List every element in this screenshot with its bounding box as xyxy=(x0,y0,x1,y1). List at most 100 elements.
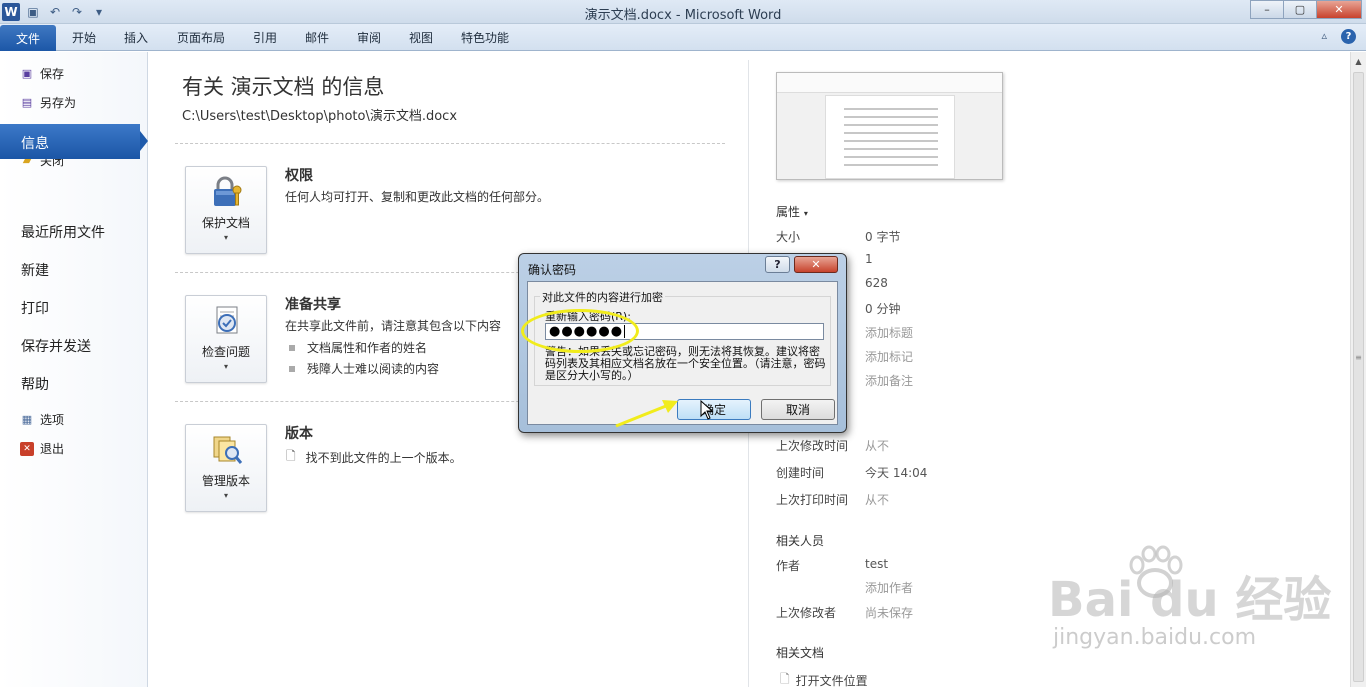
add-author-field[interactable]: 添加作者 xyxy=(865,579,913,596)
close-button[interactable]: ✕ xyxy=(1316,0,1362,19)
window-title: 演示文档.docx - Microsoft Word xyxy=(584,8,782,23)
dialog-close-button[interactable]: ✕ xyxy=(794,256,838,273)
list-item-label: 文档属性和作者的姓名 xyxy=(307,341,428,355)
last-printed-label: 上次打印时间 xyxy=(776,493,849,507)
ribbon-collapse-icon[interactable]: ▵ xyxy=(1321,29,1327,44)
thumbnail-line xyxy=(844,132,938,134)
created-label: 创建时间 xyxy=(776,466,825,480)
document-thumbnail[interactable] xyxy=(776,72,1003,180)
nav-options-label: 选项 xyxy=(40,413,65,427)
nav-print[interactable]: 打印 xyxy=(21,298,49,318)
watermark-brand: Bai du 经验 xyxy=(1048,572,1332,628)
nav-exit-label: 退出 xyxy=(40,442,65,456)
tab-mailings[interactable]: 邮件 xyxy=(305,29,329,46)
thumbnail-line xyxy=(844,140,938,142)
add-comments-field[interactable]: 添加备注 xyxy=(865,372,913,389)
protect-document-button[interactable]: 保护文档 ▾ xyxy=(185,166,267,254)
tab-file[interactable]: 文件 xyxy=(0,25,56,51)
tab-page-layout[interactable]: 页面布局 xyxy=(177,29,225,46)
properties-header-label: 属性 xyxy=(776,205,801,219)
maximize-button[interactable]: ▢ xyxy=(1283,0,1317,19)
last-modified-value: 从不 xyxy=(865,439,890,453)
thumbnail-page xyxy=(825,95,955,179)
scroll-up-icon[interactable]: ▲ xyxy=(1351,54,1366,69)
annotation-arrow-icon xyxy=(615,400,678,428)
nav-info-label[interactable]: 信息 xyxy=(21,133,49,153)
thumbnail-line xyxy=(844,156,938,158)
versions-title: 版本 xyxy=(285,426,313,442)
cancel-button[interactable]: 取消 xyxy=(761,399,835,420)
open-file-location-label: 打开文件位置 xyxy=(795,674,868,687)
grip-icon: ≡ xyxy=(1355,353,1362,362)
nav-new[interactable]: 新建 xyxy=(21,260,49,280)
sharing-text: 在共享此文件前，请注意其包含以下内容 xyxy=(285,319,502,333)
tab-special-features[interactable]: 特色功能 xyxy=(461,29,509,46)
sharing-title: 准备共享 xyxy=(285,297,341,313)
tab-view[interactable]: 视图 xyxy=(409,29,433,46)
prop-size-label: 大小 xyxy=(776,230,801,244)
folder-icon: 🗋 xyxy=(780,672,790,686)
nav-save-as[interactable]: ▤ 另存为 xyxy=(20,94,76,111)
ribbon-right-controls: ▵ ? xyxy=(1321,29,1356,44)
open-file-location-link[interactable]: 🗋 打开文件位置 xyxy=(780,670,868,687)
dialog-title: 确认密码 xyxy=(528,263,577,277)
document-icon: 🗋 xyxy=(286,449,296,463)
bullet-icon xyxy=(289,344,295,351)
exit-icon: ✕ xyxy=(20,441,34,456)
list-item-label: 残障人士难以阅读的内容 xyxy=(307,362,440,376)
page-title: 有关 演示文档 的信息 xyxy=(182,75,385,99)
chevron-down-icon: ▾ xyxy=(223,362,228,371)
title-bar: W ▣ ↶ ↷ ▾ 演示文档.docx - Microsoft Word – ▢… xyxy=(0,0,1366,24)
options-icon: ▦ xyxy=(21,413,33,426)
vertical-scrollbar[interactable]: ▲ ≡ xyxy=(1350,52,1366,687)
manage-versions-button[interactable]: 管理版本 ▾ xyxy=(185,424,267,512)
people-header: 相关人员 xyxy=(776,534,825,548)
prop-size-value: 0 字节 xyxy=(865,230,901,244)
nav-active-arrow xyxy=(140,131,148,151)
created-value: 今天 14:04 xyxy=(865,466,928,480)
author-value: test xyxy=(865,557,889,571)
watermark-site: jingyan.baidu.com xyxy=(1053,625,1257,650)
last-modified-by-label: 上次修改者 xyxy=(776,606,837,620)
file-path: C:\Users\test\Desktop\photo\演示文档.docx xyxy=(182,109,458,124)
check-issues-button[interactable]: 检查问题 ▾ xyxy=(185,295,267,383)
tab-references[interactable]: 引用 xyxy=(253,29,277,46)
ok-button[interactable]: 确定 xyxy=(677,399,751,420)
nav-save-send[interactable]: 保存并发送 xyxy=(21,336,91,356)
scroll-thumb[interactable] xyxy=(1353,72,1364,682)
list-item: 残障人士难以阅读的内容 xyxy=(289,360,439,377)
permissions-text: 任何人均可打开、复制和更改此文档的任何部分。 xyxy=(285,190,550,204)
tab-insert[interactable]: 插入 xyxy=(124,29,148,46)
prop-edit-time-value: 0 分钟 xyxy=(865,302,901,316)
tab-home[interactable]: 开始 xyxy=(72,29,96,46)
tab-review[interactable]: 审阅 xyxy=(357,29,381,46)
properties-header[interactable]: 属性 ▾ xyxy=(776,203,808,220)
nav-help[interactable]: 帮助 xyxy=(21,374,49,394)
thumbnail-line xyxy=(844,124,938,126)
highlight-ellipse xyxy=(521,309,639,353)
ribbon-tabs: 文件 开始 插入 页面布局 引用 邮件 审阅 视图 特色功能 ▵ ? xyxy=(0,24,1366,51)
divider xyxy=(175,143,725,144)
save-icon: ▣ xyxy=(21,67,33,80)
minimize-button[interactable]: – xyxy=(1250,0,1284,19)
versions-text: 找不到此文件的上一个版本。 xyxy=(305,451,462,465)
chevron-down-icon: ▾ xyxy=(223,233,228,242)
chevron-down-icon: ▾ xyxy=(223,491,228,500)
nav-exit[interactable]: ✕ 退出 xyxy=(20,440,64,457)
inspect-document-icon xyxy=(216,306,238,334)
dialog-help-button[interactable]: ? xyxy=(765,256,790,273)
nav-save[interactable]: ▣ 保存 xyxy=(20,65,64,82)
dialog-body: 对此文件的内容进行加密 重新输入密码(R): ●●●●●● 警告：如果丢失或忘记… xyxy=(527,281,838,425)
versions-icon xyxy=(213,436,243,464)
nav-recent[interactable]: 最近所用文件 xyxy=(21,222,105,242)
last-modified-by-value: 尚未保存 xyxy=(865,606,914,620)
add-tags-field[interactable]: 添加标记 xyxy=(865,348,913,365)
protect-document-label: 保护文档 xyxy=(201,216,250,230)
manage-versions-label: 管理版本 xyxy=(201,474,250,488)
prop-pages-value: 1 xyxy=(865,252,873,266)
related-docs-header: 相关文档 xyxy=(776,646,825,660)
add-title-field[interactable]: 添加标题 xyxy=(865,324,913,341)
nav-options[interactable]: ▦ 选项 xyxy=(20,411,64,428)
help-icon[interactable]: ? xyxy=(1341,29,1356,44)
thumbnail-line xyxy=(844,116,938,118)
